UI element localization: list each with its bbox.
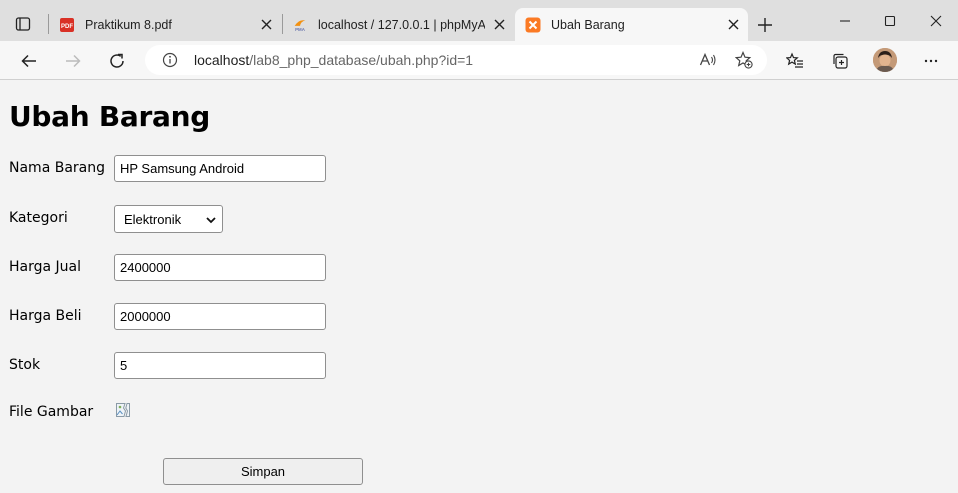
kategori-label: Kategori [9, 210, 68, 226]
simpan-button[interactable]: Simpan [163, 458, 363, 485]
info-icon[interactable] [162, 52, 178, 68]
svg-text:PMA: PMA [295, 27, 306, 32]
more-options-icon[interactable] [918, 48, 944, 74]
pdf-icon: PDF [59, 17, 75, 33]
close-window-icon[interactable] [923, 8, 949, 34]
close-tab-icon[interactable] [492, 17, 506, 31]
page-content: Ubah Barang Nama Barang HP Samsung Andro… [0, 81, 958, 493]
phpmyadmin-icon: PMA [292, 17, 308, 33]
xampp-icon [525, 17, 541, 33]
address-bar[interactable]: localhost/lab8_php_database/ubah.php?id=… [145, 45, 767, 75]
close-tab-icon[interactable] [259, 17, 273, 31]
file-gambar-label: File Gambar [9, 404, 94, 420]
chevron-down-icon [205, 214, 217, 226]
new-tab-icon[interactable] [752, 12, 778, 38]
forward-icon [60, 48, 86, 74]
harga-beli-input[interactable]: 2000000 [114, 303, 326, 330]
maximize-icon[interactable] [877, 8, 903, 34]
stok-input[interactable]: 5 [114, 352, 326, 379]
nama-barang-label: Nama Barang [9, 160, 105, 176]
back-icon[interactable] [16, 48, 42, 74]
add-favorite-icon[interactable] [734, 50, 754, 70]
collections-icon[interactable] [827, 48, 853, 74]
close-tab-icon[interactable] [726, 17, 740, 31]
refresh-icon[interactable] [104, 48, 130, 74]
page-title: Ubah Barang [9, 100, 210, 133]
tab-title: localhost / 127.0.0.1 | phpMyAdmin [318, 17, 485, 32]
kategori-selected-value: Elektronik [124, 212, 182, 227]
broken-image-icon [115, 402, 131, 418]
url-host: localhost [194, 52, 250, 68]
browser-toolbar: localhost/lab8_php_database/ubah.php?id=… [0, 41, 958, 80]
favorites-icon[interactable] [782, 48, 808, 74]
svg-text:PDF: PDF [61, 24, 73, 30]
tab-pdf[interactable]: PDF Praktikum 8.pdf [49, 8, 281, 41]
kategori-select[interactable]: Elektronik [114, 205, 223, 233]
harga-beli-label: Harga Beli [9, 308, 82, 324]
read-aloud-icon[interactable] [698, 50, 718, 70]
tab-phpmyadmin[interactable]: PMA localhost / 127.0.0.1 | phpMyAdmin [282, 8, 514, 41]
minimize-icon[interactable] [832, 8, 858, 34]
tab-strip: PDF Praktikum 8.pdf PMA localhost / 127.… [0, 0, 958, 41]
tab-title: Praktikum 8.pdf [85, 17, 172, 32]
tab-actions-icon[interactable] [10, 11, 36, 37]
nama-barang-input[interactable]: HP Samsung Android [114, 155, 326, 182]
tab-title: Ubah Barang [551, 17, 625, 32]
harga-jual-label: Harga Jual [9, 259, 82, 275]
tab-ubah-barang[interactable]: Ubah Barang [515, 8, 748, 41]
profile-avatar[interactable] [873, 48, 897, 72]
url-path: /lab8_php_database/ubah.php?id=1 [249, 52, 474, 68]
url-text[interactable]: localhost/lab8_php_database/ubah.php?id=… [194, 52, 473, 68]
stok-label: Stok [9, 357, 41, 373]
harga-jual-input[interactable]: 2400000 [114, 254, 326, 281]
